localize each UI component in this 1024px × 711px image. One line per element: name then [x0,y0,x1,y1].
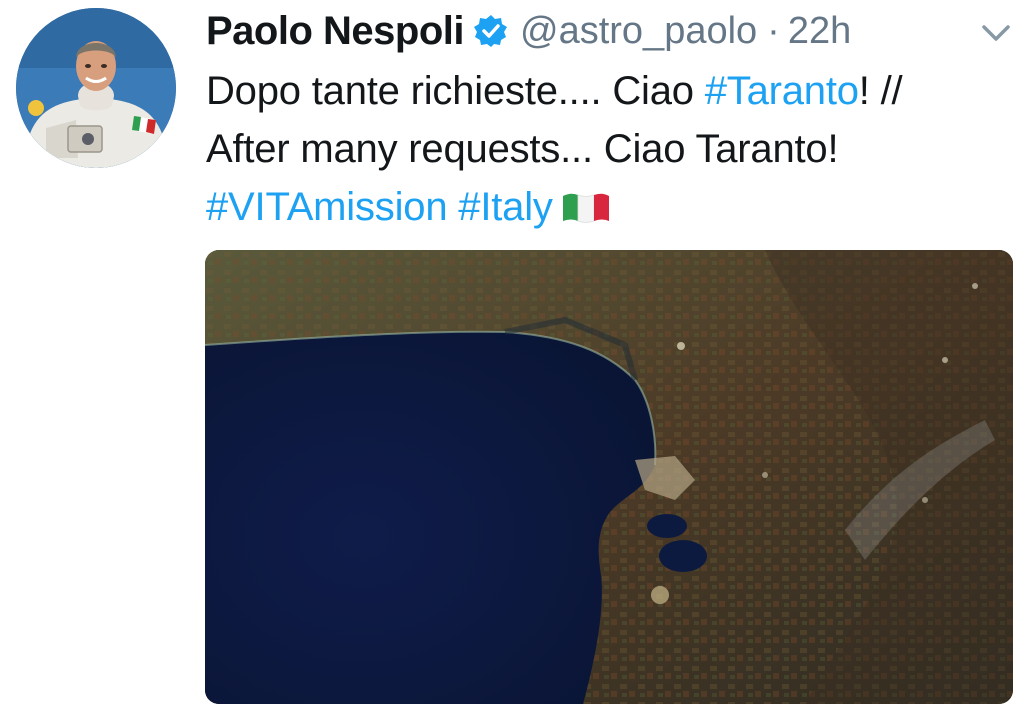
author-name[interactable]: Paolo Nespoli [206,9,465,54]
hashtag-italy-link[interactable]: #Italy [458,185,553,229]
text-segment: ! // [858,69,903,113]
tweet-media-photo[interactable] [205,250,1013,704]
tweet[interactable]: Paolo Nespoli @astro_paolo · 22h Dopo ta… [0,0,1024,711]
satellite-photo-image [205,250,1013,704]
tweet-text-line-1: Dopo tante richieste.... Ciao #Taranto! … [206,62,1006,120]
more-options-chevron-down-icon[interactable] [976,18,1016,48]
hashtag-vitamission-link[interactable]: #VITAmission [206,185,448,229]
verified-badge-icon [474,14,508,48]
hashtag-taranto-link[interactable]: #Taranto [705,69,859,113]
avatar-astronaut-image [16,8,176,168]
avatar[interactable] [16,8,176,168]
separator-dot: · [767,9,780,52]
tweet-header: Paolo Nespoli @astro_paolo · 22h [206,6,851,56]
author-handle[interactable]: @astro_paolo [520,10,757,53]
tweet-text: Dopo tante richieste.... Ciao #Taranto! … [206,62,1006,236]
tweet-text-line-3: #VITAmission #Italy [206,178,1006,236]
italy-flag-icon [561,190,611,224]
tweet-text-line-2: After many requests... Ciao Taranto! [206,127,839,171]
timestamp[interactable]: 22h [788,10,851,53]
text-segment: Dopo tante richieste.... Ciao [206,69,705,113]
